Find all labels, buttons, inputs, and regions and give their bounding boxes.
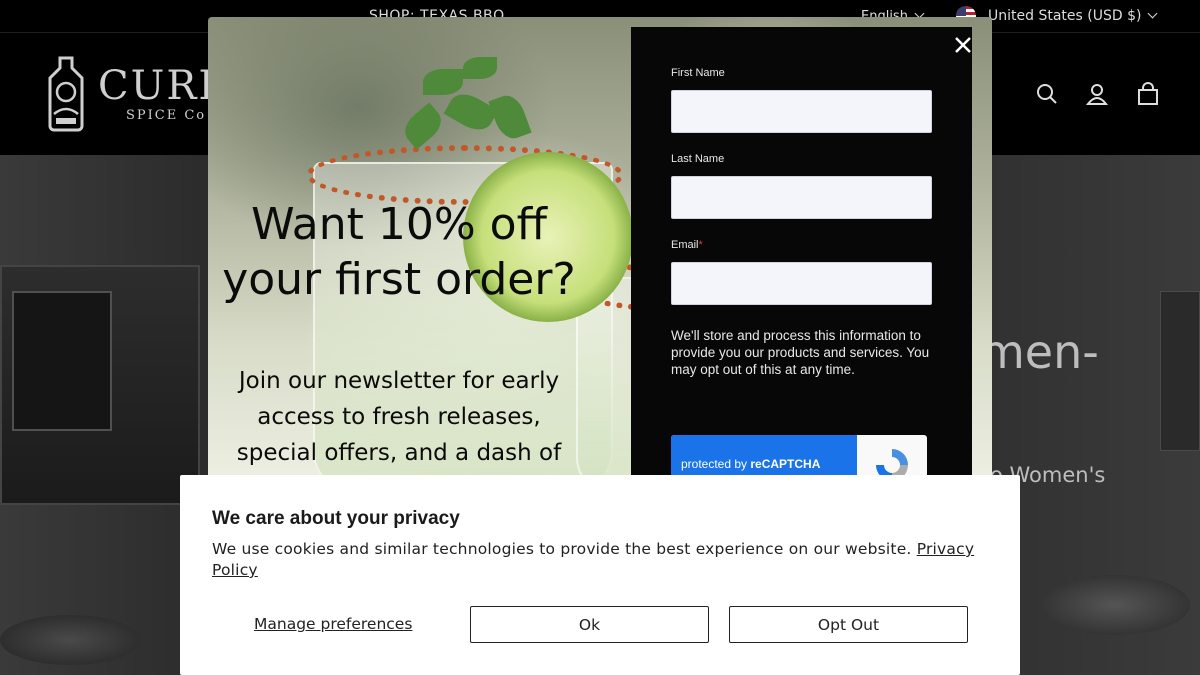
ok-button[interactable]: Ok	[470, 606, 709, 643]
mint-leaf	[488, 91, 532, 143]
bowl-image	[1040, 575, 1190, 635]
cookie-title: We care about your privacy	[212, 508, 460, 529]
account-icon[interactable]	[1085, 82, 1109, 106]
bottle-logo-icon	[48, 56, 84, 132]
required-marker: *	[698, 239, 703, 251]
cookie-banner: We care about your privacy We use cookie…	[180, 475, 1020, 675]
email-label-text: Email	[671, 239, 699, 251]
opt-out-button[interactable]: Opt Out	[729, 606, 968, 643]
cabinet-image	[1160, 291, 1200, 451]
hero-title: men-	[980, 325, 1099, 379]
recaptcha-brand: reCAPTCHA	[750, 457, 821, 471]
signup-form: First Name Last Name Email* We'll store …	[631, 27, 972, 487]
manage-preferences-link[interactable]: Manage preferences	[254, 615, 412, 633]
mint-leaf	[423, 69, 463, 95]
last-name-input[interactable]	[671, 176, 932, 219]
close-icon[interactable]	[951, 33, 975, 57]
popup-subheading: Join our newsletter for early access to …	[236, 368, 562, 466]
email-input[interactable]	[671, 262, 932, 305]
cart-icon[interactable]	[1136, 82, 1160, 106]
first-name-input[interactable]	[671, 90, 932, 133]
newsletter-popup: Want 10% off your first order? Join our …	[208, 17, 992, 487]
recaptcha-prefix: protected by	[681, 457, 751, 471]
oven-image	[0, 265, 200, 505]
chevron-down-icon	[1148, 8, 1158, 18]
popup-heading: Want 10% off your first order?	[222, 199, 576, 305]
bowl-image	[0, 615, 140, 665]
search-icon[interactable]	[1035, 82, 1059, 106]
first-name-label: First Name	[671, 67, 725, 79]
mint-leaf	[443, 87, 499, 137]
mint-leaf	[463, 57, 497, 79]
cookie-body: We use cookies and similar technologies …	[212, 539, 982, 581]
last-name-label: Last Name	[671, 153, 725, 165]
logo-subtext: SPICE Co	[126, 108, 207, 123]
country-label: United States (USD $)	[988, 8, 1142, 24]
privacy-note: We'll store and process this information…	[671, 328, 930, 377]
mint-leaf	[398, 102, 448, 150]
cookie-body-text: We use cookies and similar technologies …	[212, 540, 917, 558]
email-label: Email*	[671, 239, 703, 251]
